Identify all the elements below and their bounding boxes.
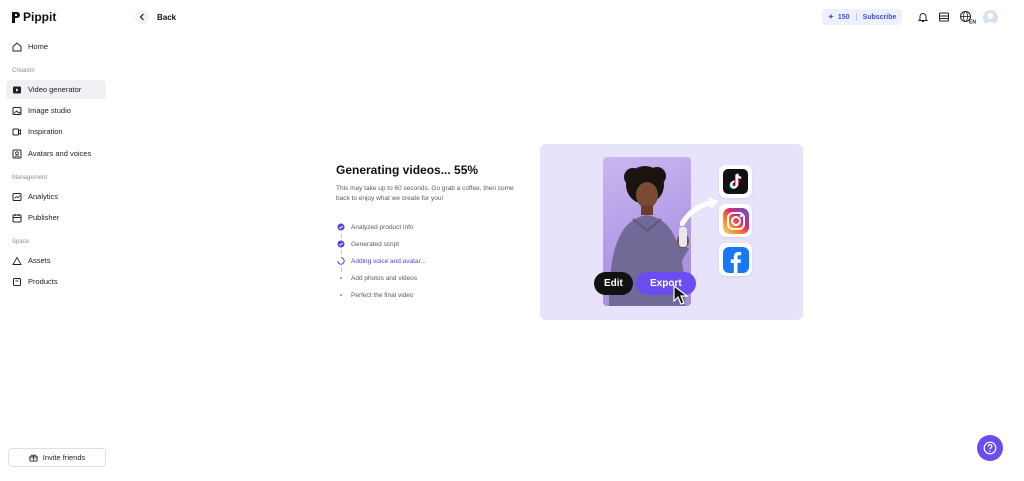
image-studio-icon [12,106,22,115]
products-icon [13,277,21,286]
user-avatar[interactable] [983,10,998,25]
credits-count: 150 [837,13,850,21]
arrow-icon [680,197,718,226]
sidebar-item-label: Video generator [28,85,82,94]
inbox-icon [939,12,949,22]
sidebar-item-label: Products [28,277,58,286]
sparkle-icon: ✦ [828,14,834,21]
sidebar-item-publisher[interactable]: Publisher [6,208,106,227]
sidebar-item-avatars[interactable]: Avatars and voices [6,144,106,163]
calendar-icon [12,213,22,222]
step-connector [341,233,342,238]
sidebar-item-assets[interactable]: Assets [6,251,106,270]
sidebar: Pippit Home Creation Video generator Ima… [0,0,116,481]
help-button[interactable] [977,435,1003,461]
credits-badge[interactable]: ✦ 150 Subscribe [822,9,903,25]
sidebar-item-video-generator[interactable]: Video generator [6,80,106,99]
step-item: Add photos and videos [337,274,417,282]
pippit-logo-icon [12,11,20,23]
analytics-icon [12,192,22,201]
step-connector [341,267,342,272]
generation-title: Generating videos... 55% [336,163,479,177]
step-label: Generated script [351,240,400,248]
check-circle-icon [337,240,345,248]
promo-card: Edit Export [540,144,803,320]
subscribe-button[interactable]: Subscribe [863,14,897,21]
language-code: EN [969,20,976,25]
inbox-button[interactable] [937,10,951,24]
video-generator-icon [13,86,21,93]
sidebar-item-label: Home [28,42,49,51]
assets-icon [12,256,22,265]
section-label-management: Management [12,175,48,181]
user-icon [985,13,996,25]
check-circle-icon [337,223,345,231]
invite-label: Invite friends [42,453,86,462]
app-root: Pippit Home Creation Video generator Ima… [0,0,1024,481]
sidebar-item-label: Assets [28,256,51,265]
sidebar-item-analytics[interactable]: Analytics [6,187,106,206]
sidebar-item-inspiration[interactable]: Inspiration [6,122,106,141]
back-button[interactable]: Back [135,10,176,24]
chevron-left-icon [135,10,149,24]
home-icon [12,41,22,51]
section-label-creation: Creation [12,68,35,74]
step-label: Adding voice and avatar... [351,257,426,265]
facebook-icon [719,243,752,276]
inspiration-icon [12,128,21,135]
notifications-button[interactable] [916,10,930,24]
step-item: Analyzed product info [337,223,414,231]
instagram-icon [719,204,752,237]
tiktok-icon [719,165,752,198]
sidebar-item-products[interactable]: Products [6,272,106,291]
sidebar-item-label: Avatars and voices [28,149,92,158]
step-item: Generated script [337,240,399,248]
step-item: Perfect the final video [337,291,414,299]
language-button[interactable]: EN [959,10,977,24]
pending-dot-icon [337,274,345,282]
loading-spinner-icon [337,257,345,265]
step-label: Analyzed product info [351,223,414,231]
gift-icon [29,454,38,462]
sidebar-item-label: Inspiration [28,127,63,136]
step-connector [341,250,342,255]
invite-friends-button[interactable]: Invite friends [8,448,106,467]
app-name: Pippit [23,10,57,24]
edit-button: Edit [594,272,633,295]
back-label: Back [157,12,177,22]
generation-subtitle: This may take up to 60 seconds. Go grab … [336,185,514,202]
cursor-icon [673,285,689,305]
divider [855,13,857,21]
sidebar-item-label: Image studio [28,106,71,115]
sidebar-item-home[interactable]: Home [6,37,106,56]
globe-icon: EN [960,11,976,25]
question-icon [983,441,997,455]
sidebar-item-label: Publisher [28,213,60,222]
bell-icon [917,13,929,22]
section-label-space: Space [12,239,30,245]
pending-dot-icon [337,291,345,299]
step-item-current: Adding voice and avatar... [337,257,426,265]
sidebar-item-image-studio[interactable]: Image studio [6,101,106,120]
avatar-icon [12,149,22,158]
step-label: Perfect the final video [351,291,414,299]
app-logo[interactable]: Pippit [12,10,56,24]
step-label: Add photos and videos [351,274,418,282]
sidebar-item-label: Analytics [28,192,59,201]
